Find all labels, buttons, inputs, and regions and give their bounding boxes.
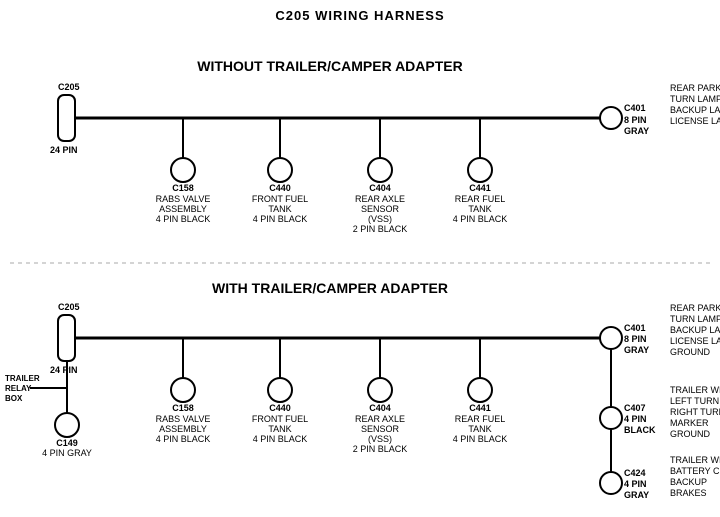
- svg-text:2 PIN BLACK: 2 PIN BLACK: [353, 444, 408, 454]
- svg-text:C440: C440: [269, 183, 291, 193]
- c205-connector-1: [58, 95, 75, 141]
- svg-text:ASSEMBLY: ASSEMBLY: [159, 204, 207, 214]
- svg-text:4 PIN: 4 PIN: [624, 479, 647, 489]
- svg-text:TURN LAMPS: TURN LAMPS: [670, 314, 720, 324]
- svg-text:8 PIN: 8 PIN: [624, 334, 647, 344]
- page-title: C205 WIRING HARNESS: [0, 0, 720, 23]
- svg-text:TRAILER WIRES: TRAILER WIRES: [670, 455, 720, 465]
- svg-text:LICENSE LAMPS: LICENSE LAMPS: [670, 336, 720, 346]
- svg-text:TANK: TANK: [468, 424, 491, 434]
- c424-connector: [600, 472, 622, 494]
- svg-text:SENSOR: SENSOR: [361, 424, 400, 434]
- svg-text:8 PIN: 8 PIN: [624, 115, 647, 125]
- c401-connector-1: [600, 107, 622, 129]
- c205-connector-2: [58, 315, 75, 361]
- svg-text:RABS VALVE: RABS VALVE: [156, 194, 211, 204]
- svg-text:24 PIN: 24 PIN: [50, 365, 78, 375]
- svg-text:4 PIN BLACK: 4 PIN BLACK: [453, 434, 508, 444]
- svg-text:REAR PARK/STOP: REAR PARK/STOP: [670, 303, 720, 313]
- svg-text:C158: C158: [172, 183, 194, 193]
- svg-text:REAR FUEL: REAR FUEL: [455, 194, 506, 204]
- svg-text:FRONT FUEL: FRONT FUEL: [252, 414, 308, 424]
- c440-connector-2: [268, 378, 292, 402]
- svg-text:TURN LAMPS: TURN LAMPS: [670, 94, 720, 104]
- svg-text:REAR PARK/STOP: REAR PARK/STOP: [670, 83, 720, 93]
- svg-text:4 PIN BLACK: 4 PIN BLACK: [453, 214, 508, 224]
- svg-text:GRAY: GRAY: [624, 126, 649, 136]
- c441-connector-1: [468, 158, 492, 182]
- svg-text:C441: C441: [469, 403, 491, 413]
- svg-text:4 PIN BLACK: 4 PIN BLACK: [156, 214, 211, 224]
- c440-connector-1: [268, 158, 292, 182]
- svg-text:GRAY: GRAY: [624, 490, 649, 500]
- svg-text:C401: C401: [624, 323, 646, 333]
- c441-connector-2: [468, 378, 492, 402]
- c158-connector-1: [171, 158, 195, 182]
- c407-connector: [600, 407, 622, 429]
- svg-text:(VSS): (VSS): [368, 434, 392, 444]
- svg-text:(VSS): (VSS): [368, 214, 392, 224]
- svg-text:C404: C404: [369, 403, 391, 413]
- svg-text:GROUND: GROUND: [670, 429, 710, 439]
- svg-text:MARKER: MARKER: [670, 418, 709, 428]
- svg-text:C401: C401: [624, 103, 646, 113]
- svg-text:TRAILER: TRAILER: [5, 374, 40, 383]
- svg-text:ASSEMBLY: ASSEMBLY: [159, 424, 207, 434]
- svg-text:24 PIN: 24 PIN: [50, 145, 78, 155]
- svg-text:RELAY: RELAY: [5, 384, 32, 393]
- c401-connector-2: [600, 327, 622, 349]
- svg-text:C158: C158: [172, 403, 194, 413]
- svg-text:GRAY: GRAY: [624, 345, 649, 355]
- diagram-container: WITHOUT TRAILER/CAMPER ADAPTER C205 24 P…: [0, 23, 720, 513]
- svg-text:4 PIN BLACK: 4 PIN BLACK: [253, 214, 308, 224]
- svg-text:BRAKES: BRAKES: [670, 488, 707, 498]
- svg-text:2 PIN BLACK: 2 PIN BLACK: [353, 224, 408, 234]
- svg-text:4 PIN GRAY: 4 PIN GRAY: [42, 448, 92, 458]
- svg-text:BLACK: BLACK: [624, 425, 656, 435]
- svg-text:C205: C205: [58, 302, 80, 312]
- section2-title: WITH TRAILER/CAMPER ADAPTER: [212, 280, 448, 296]
- svg-text:FRONT FUEL: FRONT FUEL: [252, 194, 308, 204]
- svg-text:4 PIN BLACK: 4 PIN BLACK: [156, 434, 211, 444]
- svg-text:BACKUP LAMPS: BACKUP LAMPS: [670, 325, 720, 335]
- svg-text:BACKUP LAMPS: BACKUP LAMPS: [670, 105, 720, 115]
- svg-text:C404: C404: [369, 183, 391, 193]
- svg-text:4 PIN BLACK: 4 PIN BLACK: [253, 434, 308, 444]
- svg-text:GROUND: GROUND: [670, 347, 710, 357]
- section1-title: WITHOUT TRAILER/CAMPER ADAPTER: [197, 58, 462, 74]
- svg-text:LICENSE LAMPS: LICENSE LAMPS: [670, 116, 720, 126]
- svg-text:C205: C205: [58, 82, 80, 92]
- svg-text:TRAILER WIRES: TRAILER WIRES: [670, 385, 720, 395]
- c149-connector: [55, 413, 79, 437]
- svg-text:4 PIN: 4 PIN: [624, 414, 647, 424]
- svg-text:LEFT TURN: LEFT TURN: [670, 396, 719, 406]
- svg-text:RABS VALVE: RABS VALVE: [156, 414, 211, 424]
- svg-text:TANK: TANK: [268, 204, 291, 214]
- svg-text:BATTERY CHARGE: BATTERY CHARGE: [670, 466, 720, 476]
- svg-text:SENSOR: SENSOR: [361, 204, 400, 214]
- svg-text:REAR AXLE: REAR AXLE: [355, 414, 405, 424]
- c404-connector-1: [368, 158, 392, 182]
- svg-text:TANK: TANK: [268, 424, 291, 434]
- svg-text:REAR FUEL: REAR FUEL: [455, 414, 506, 424]
- svg-text:C407: C407: [624, 403, 646, 413]
- c404-connector-2: [368, 378, 392, 402]
- svg-text:BACKUP: BACKUP: [670, 477, 707, 487]
- svg-text:TANK: TANK: [468, 204, 491, 214]
- svg-text:REAR AXLE: REAR AXLE: [355, 194, 405, 204]
- svg-text:C441: C441: [469, 183, 491, 193]
- svg-text:BOX: BOX: [5, 394, 23, 403]
- svg-text:C440: C440: [269, 403, 291, 413]
- svg-text:C149: C149: [56, 438, 78, 448]
- svg-text:C424: C424: [624, 468, 646, 478]
- svg-text:RIGHT TURN: RIGHT TURN: [670, 407, 720, 417]
- c158-connector-2: [171, 378, 195, 402]
